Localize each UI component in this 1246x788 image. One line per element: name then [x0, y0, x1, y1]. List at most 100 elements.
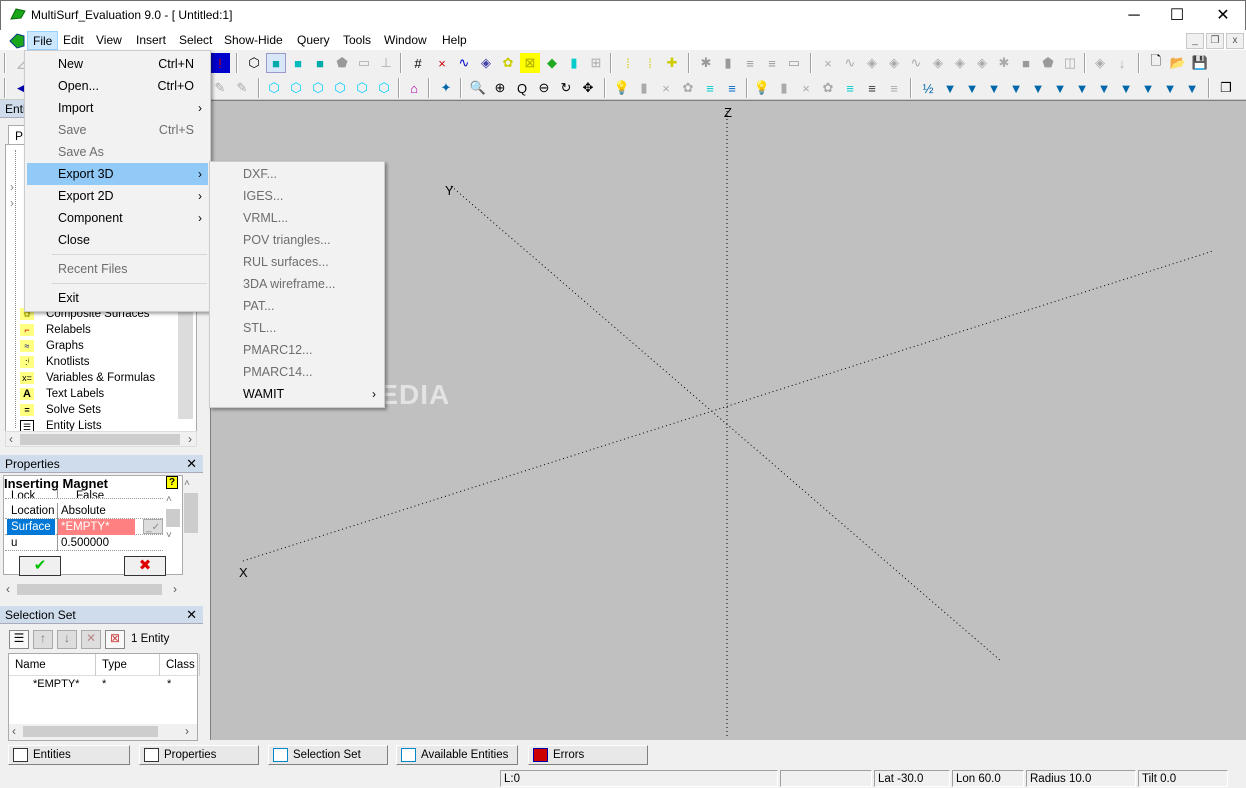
filter-solid-icon[interactable]: ▼: [1028, 78, 1048, 98]
filter-curve-icon[interactable]: ▼: [962, 78, 982, 98]
minimize-button[interactable]: ─: [1111, 1, 1157, 31]
surface-gray3-icon[interactable]: ◈: [928, 53, 948, 73]
menu-show-hide[interactable]: Show-Hide: [219, 31, 288, 50]
remove-icon[interactable]: ✕: [81, 630, 101, 649]
clear-all-icon[interactable]: ⊠: [105, 630, 125, 649]
point-add2-icon[interactable]: ⁞: [640, 53, 660, 73]
filter-green-icon[interactable]: ▼: [1094, 78, 1114, 98]
cascade-windows-icon[interactable]: ❐: [1216, 78, 1236, 98]
menu-select[interactable]: Select: [174, 31, 217, 50]
surface-gray-icon[interactable]: ◈: [862, 53, 882, 73]
zoom-fit-icon[interactable]: Q: [512, 78, 532, 98]
mdi-close-button[interactable]: x: [1226, 33, 1244, 49]
view-iso3-icon[interactable]: ⬡: [374, 78, 394, 98]
menu-tools[interactable]: Tools: [338, 31, 376, 50]
surface-gray2-icon[interactable]: ◈: [884, 53, 904, 73]
pan-icon[interactable]: ✥: [578, 78, 598, 98]
translucent-view-icon[interactable]: ■: [310, 53, 330, 73]
filter-composite-icon[interactable]: ▼: [1050, 78, 1070, 98]
tool-gray2-icon[interactable]: ✎: [232, 78, 252, 98]
menu-insert[interactable]: Insert: [131, 31, 171, 50]
rotate-icon[interactable]: ↻: [556, 78, 576, 98]
filter-half-icon[interactable]: ½: [918, 78, 938, 98]
file-open[interactable]: Open... Ctrl+O: [27, 75, 208, 97]
menu-help[interactable]: Help: [437, 31, 472, 50]
mesh-gray-icon[interactable]: ✱: [994, 53, 1014, 73]
file-component[interactable]: Component ›: [27, 207, 208, 229]
light-x-icon[interactable]: ×: [656, 78, 676, 98]
tree-expand-icon[interactable]: ›: [10, 180, 14, 194]
filter-surface-icon[interactable]: ▼: [984, 78, 1004, 98]
mdi-minimize-button[interactable]: _: [1186, 33, 1204, 49]
wireframe-view-icon[interactable]: ⬡: [244, 53, 264, 73]
mesh-delete-icon[interactable]: ◆: [542, 53, 562, 73]
col-class[interactable]: Class: [160, 654, 200, 676]
light-group-icon[interactable]: ✿: [678, 78, 698, 98]
composite-gray-icon[interactable]: ◫: [1060, 53, 1080, 73]
cross-delete-icon[interactable]: ⊠: [520, 53, 540, 73]
move-up-icon[interactable]: ↑: [33, 630, 53, 649]
pick-icon[interactable]: ✦: [436, 78, 456, 98]
file-exit[interactable]: Exit: [27, 287, 208, 309]
file-export-3d[interactable]: Export 3D ›: [27, 163, 208, 185]
arrow-down-icon[interactable]: ↓: [1112, 53, 1132, 73]
tree-item-solve-sets[interactable]: = Solve Sets: [20, 402, 101, 418]
tree-expand-icon[interactable]: ›: [10, 196, 14, 210]
x-dim-icon[interactable]: ×: [818, 53, 838, 73]
graph-view-icon[interactable]: ⊥: [376, 53, 396, 73]
tree-item-graphs[interactable]: ≈ Graphs: [20, 338, 84, 354]
tree-item-knotlists[interactable]: :ⁱ Knotlists: [20, 354, 89, 370]
view-front-icon[interactable]: ⬡: [264, 78, 284, 98]
filter-dots-icon[interactable]: ▼: [1160, 78, 1180, 98]
bulb4-icon[interactable]: ✿: [818, 78, 838, 98]
tree-item-variables[interactable]: x= Variables & Formulas: [20, 370, 155, 386]
light-on-icon[interactable]: 💡: [612, 78, 632, 98]
surface-delete-icon[interactable]: ◈: [476, 53, 496, 73]
point-add-icon[interactable]: ⁞: [618, 53, 638, 73]
menu-edit[interactable]: Edit: [58, 31, 89, 50]
export-wamit[interactable]: WAMIT ›: [212, 383, 382, 405]
cancel-button[interactable]: ✖: [124, 556, 166, 576]
solid-view-icon[interactable]: ■: [288, 53, 308, 73]
box-icon[interactable]: ⊞: [586, 53, 606, 73]
list-show-icon[interactable]: ▮: [718, 53, 738, 73]
grid-icon[interactable]: #: [408, 53, 428, 73]
save-file-icon[interactable]: 💾: [1190, 53, 1210, 73]
view-iso2-icon[interactable]: ⬡: [352, 78, 372, 98]
tree-item-relabels[interactable]: ⌐ Relabels: [20, 322, 91, 338]
col-name[interactable]: Name: [9, 654, 96, 676]
tool-gray-icon[interactable]: ✎: [210, 78, 230, 98]
file-export-2d[interactable]: Export 2D ›: [27, 185, 208, 207]
solid-gray2-icon[interactable]: ⬟: [1038, 53, 1058, 73]
line-delete-icon[interactable]: ▮: [564, 53, 584, 73]
view-top-icon[interactable]: ⬡: [286, 78, 306, 98]
list-select-icon[interactable]: ▭: [784, 53, 804, 73]
props-hscroll[interactable]: ‹ ›: [3, 582, 183, 598]
point-delete-icon[interactable]: ×: [432, 53, 452, 73]
props-outer-vscroll[interactable]: ˄: [184, 475, 198, 583]
file-import[interactable]: Import ›: [27, 97, 208, 119]
col-type[interactable]: Type: [96, 654, 160, 676]
home-view-icon[interactable]: ⌂: [404, 78, 424, 98]
entity-hide-icon[interactable]: ✱: [696, 53, 716, 73]
list-show3-icon[interactable]: ≡: [762, 53, 782, 73]
curve-gray-icon[interactable]: ∿: [840, 53, 860, 73]
entities-hscroll[interactable]: ‹ ›: [5, 431, 197, 447]
view-iso-icon[interactable]: ⬡: [330, 78, 350, 98]
move-down-icon[interactable]: ↓: [57, 630, 77, 649]
light-off-icon[interactable]: ▮: [634, 78, 654, 98]
table-row[interactable]: *EMPTY* * *: [9, 678, 197, 694]
filter-point-icon[interactable]: ▼: [940, 78, 960, 98]
bulb7-icon[interactable]: ≡: [884, 78, 904, 98]
close-window-button[interactable]: ✕: [1200, 1, 1246, 31]
filter-graph-icon[interactable]: ▼: [1138, 78, 1158, 98]
menu-query[interactable]: Query: [292, 31, 335, 50]
new-file-icon[interactable]: 🗋: [1146, 53, 1166, 73]
prop-row-location[interactable]: Location Absolute: [5, 503, 163, 519]
help-icon[interactable]: ?: [166, 476, 178, 489]
menu-view[interactable]: View: [91, 31, 127, 50]
close-properties-icon[interactable]: ✕: [186, 455, 197, 473]
light-list-icon[interactable]: ≡: [700, 78, 720, 98]
bulb6-icon[interactable]: ≡: [862, 78, 882, 98]
errors-toolbar-icon[interactable]: !: [210, 53, 230, 73]
